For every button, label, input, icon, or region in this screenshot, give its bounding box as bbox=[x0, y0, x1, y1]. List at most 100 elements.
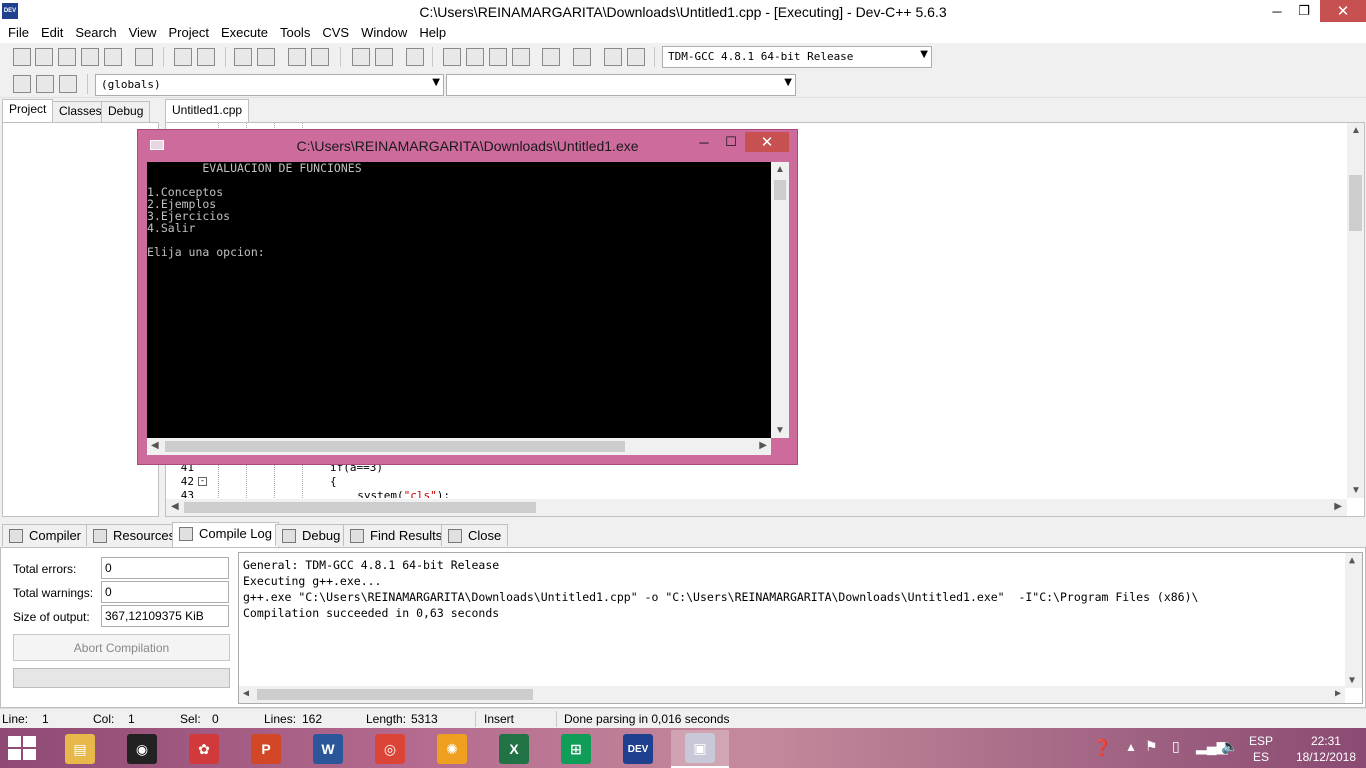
print-icon[interactable] bbox=[135, 48, 153, 66]
console-vertical-scrollbar[interactable]: ▲ ▼ bbox=[771, 162, 789, 438]
menu-window[interactable]: Window bbox=[355, 24, 413, 43]
console-maximize-button[interactable]: ☐ bbox=[718, 132, 744, 152]
scroll-thumb[interactable] bbox=[774, 180, 786, 200]
tab-debug[interactable]: Debug bbox=[101, 101, 151, 122]
scroll-right-icon[interactable]: ▶ bbox=[1335, 688, 1341, 699]
scroll-down-icon[interactable]: ▼ bbox=[1351, 485, 1361, 496]
menu-project[interactable]: Project bbox=[163, 24, 215, 43]
tab-find-results[interactable]: Find Results bbox=[343, 524, 450, 546]
tab-debug-bottom[interactable]: Debug bbox=[275, 524, 348, 546]
menu-edit[interactable]: Edit bbox=[35, 24, 69, 43]
close-file-icon[interactable] bbox=[104, 48, 122, 66]
minimize-button[interactable]: ─ bbox=[1262, 0, 1292, 22]
open-file-icon[interactable] bbox=[35, 48, 53, 66]
start-button[interactable] bbox=[8, 736, 38, 762]
power-icon[interactable]: ▯ bbox=[1172, 738, 1180, 768]
taskbar-app-paint[interactable]: ✿ bbox=[175, 730, 233, 768]
insert-icon[interactable] bbox=[13, 75, 31, 93]
scroll-right-icon[interactable]: ▶ bbox=[759, 440, 767, 451]
redo-icon[interactable] bbox=[197, 48, 215, 66]
scope-select[interactable]: (globals) ▼ bbox=[95, 74, 444, 96]
menu-search[interactable]: Search bbox=[69, 24, 122, 43]
fold-toggle-icon[interactable]: - bbox=[198, 477, 207, 486]
member-select[interactable]: ▼ bbox=[446, 74, 796, 96]
taskbar-app-folder[interactable]: ▤ bbox=[51, 730, 109, 768]
scroll-up-icon[interactable]: ▲ bbox=[1349, 555, 1355, 566]
scroll-left-icon[interactable]: ◀ bbox=[243, 688, 249, 699]
taskbar-app-console[interactable]: ▣ bbox=[671, 730, 729, 768]
save-all-icon[interactable] bbox=[81, 48, 99, 66]
tab-project[interactable]: Project bbox=[2, 99, 54, 122]
scroll-right-icon[interactable]: ▶ bbox=[1334, 501, 1342, 512]
new-class-icon[interactable] bbox=[466, 48, 484, 66]
scroll-left-icon[interactable]: ◀ bbox=[171, 501, 179, 512]
tab-compile-log[interactable]: Compile Log bbox=[172, 522, 279, 547]
scroll-down-icon[interactable]: ▼ bbox=[1349, 675, 1355, 686]
total-errors-field[interactable]: 0 bbox=[101, 557, 229, 579]
new-project-icon[interactable] bbox=[443, 48, 461, 66]
profile-icon[interactable] bbox=[604, 48, 622, 66]
help-icon[interactable]: ❓ bbox=[1092, 738, 1112, 768]
taskbar-app-powerpoint[interactable]: P bbox=[237, 730, 295, 768]
scroll-thumb[interactable] bbox=[1349, 175, 1362, 231]
compile-log-output[interactable]: General: TDM-GCC 4.8.1 64-bit Release Ex… bbox=[238, 552, 1363, 704]
tab-resources[interactable]: Resources bbox=[86, 524, 183, 546]
delete-profile-icon[interactable] bbox=[627, 48, 645, 66]
console-window[interactable]: C:\Users\REINAMARGARITA\Downloads\Untitl… bbox=[137, 129, 798, 465]
menu-cvs[interactable]: CVS bbox=[316, 24, 355, 43]
taskbar-app-gear[interactable]: ✺ bbox=[423, 730, 481, 768]
log-vertical-scrollbar[interactable]: ▲ ▼ bbox=[1345, 553, 1362, 688]
indent-icon[interactable] bbox=[375, 48, 393, 66]
log-horizontal-scrollbar[interactable]: ◀ ▶ bbox=[239, 686, 1345, 703]
chevron-up-icon[interactable]: ▲ bbox=[1125, 740, 1137, 768]
bookmark-icon[interactable] bbox=[311, 48, 329, 66]
menu-file[interactable]: File bbox=[2, 24, 35, 43]
replace-icon[interactable] bbox=[257, 48, 275, 66]
menu-execute[interactable]: Execute bbox=[215, 24, 274, 43]
editor-tab-untitled1[interactable]: Untitled1.cpp bbox=[165, 99, 249, 122]
scroll-up-icon[interactable]: ▲ bbox=[1351, 125, 1361, 136]
taskbar-app-store[interactable]: ⊞ bbox=[547, 730, 605, 768]
console-close-button[interactable]: ✕ bbox=[745, 132, 789, 152]
total-warnings-field[interactable]: 0 bbox=[101, 581, 229, 603]
console-horizontal-scrollbar[interactable]: ◀ ▶ bbox=[147, 438, 771, 455]
maximize-button[interactable]: ❐ bbox=[1289, 0, 1319, 22]
toggle-comment-icon[interactable] bbox=[406, 48, 424, 66]
taskbar-app-excel[interactable]: X bbox=[485, 730, 543, 768]
menu-tools[interactable]: Tools bbox=[274, 24, 316, 43]
toggle-icon[interactable] bbox=[59, 75, 77, 93]
project-options-icon[interactable] bbox=[489, 48, 507, 66]
scroll-thumb[interactable] bbox=[184, 502, 536, 513]
stop-execution-icon[interactable] bbox=[573, 48, 591, 66]
save-icon[interactable] bbox=[58, 48, 76, 66]
abort-compilation-button[interactable]: Abort Compilation bbox=[13, 634, 230, 661]
menu-help[interactable]: Help bbox=[413, 24, 452, 43]
tab-compiler[interactable]: Compiler bbox=[2, 524, 89, 546]
goto-icon[interactable] bbox=[36, 75, 54, 93]
unindent-icon[interactable] bbox=[352, 48, 370, 66]
scroll-up-icon[interactable]: ▲ bbox=[775, 164, 785, 175]
taskbar-app-word[interactable]: W bbox=[299, 730, 357, 768]
tab-close[interactable]: Close bbox=[441, 524, 509, 546]
goto-line-icon[interactable] bbox=[288, 48, 306, 66]
find-icon[interactable] bbox=[234, 48, 252, 66]
taskbar-app-chrome[interactable]: ◎ bbox=[361, 730, 419, 768]
volume-icon[interactable]: 🔈 bbox=[1221, 738, 1238, 768]
check-syntax-icon[interactable] bbox=[542, 48, 560, 66]
console-minimize-button[interactable]: ─ bbox=[691, 132, 717, 152]
scroll-thumb[interactable] bbox=[257, 689, 533, 700]
system-clock[interactable]: 22:31 18/12/2018 bbox=[1296, 733, 1356, 765]
editor-vertical-scrollbar[interactable]: ▲ ▼ bbox=[1347, 123, 1364, 498]
compile-icon[interactable] bbox=[512, 48, 530, 66]
size-output-field[interactable]: 367,12109375 KiB bbox=[101, 605, 229, 627]
editor-horizontal-scrollbar[interactable]: ◀ ▶ bbox=[166, 499, 1347, 516]
new-file-icon[interactable] bbox=[13, 48, 31, 66]
project-tree[interactable] bbox=[2, 122, 159, 517]
language-indicator[interactable]: ESP ES bbox=[1249, 733, 1273, 765]
compiler-select[interactable]: TDM-GCC 4.8.1 64-bit Release ▼ bbox=[662, 46, 932, 68]
menu-view[interactable]: View bbox=[123, 24, 163, 43]
scroll-down-icon[interactable]: ▼ bbox=[775, 425, 785, 436]
console-output[interactable]: EVALUACION DE FUNCIONES 1.Conceptos 2.Ej… bbox=[147, 162, 771, 438]
taskbar-app-devcpp[interactable]: DEV bbox=[609, 730, 667, 768]
taskbar-app-camera[interactable]: ◉ bbox=[113, 730, 171, 768]
